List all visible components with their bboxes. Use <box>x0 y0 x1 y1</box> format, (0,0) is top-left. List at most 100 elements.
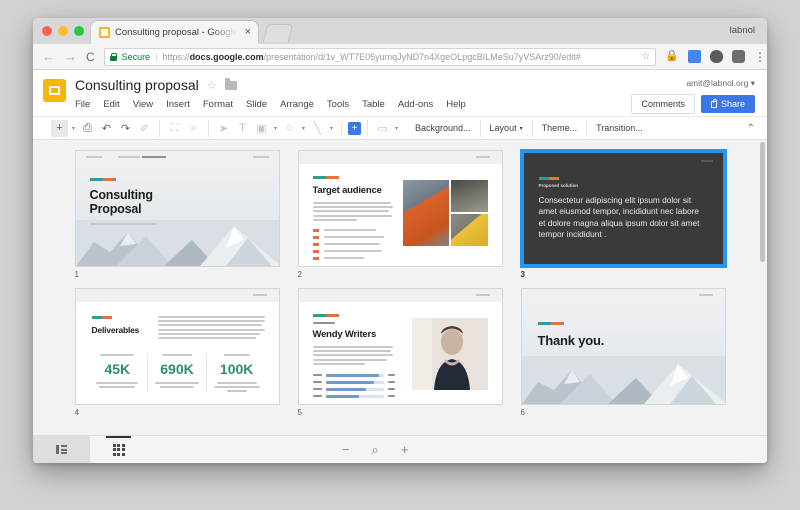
slide-cell-4[interactable]: Deliverables <box>75 288 280 417</box>
forward-button[interactable]: → <box>64 50 77 63</box>
transition-button[interactable]: Transition... <box>586 120 652 137</box>
insert-image-icon[interactable]: ▣ <box>253 120 270 137</box>
slide-quote: Consectetur adipiscing elit ipsum dolor … <box>539 195 705 241</box>
grid-view-icon <box>113 444 125 456</box>
slide-cell-6[interactable]: Thank you. 6 <box>521 288 726 417</box>
grid-view-button[interactable] <box>90 436 147 464</box>
slide-bullet-list <box>313 229 393 260</box>
menu-file[interactable]: File <box>75 99 90 110</box>
stat-value: 690K <box>153 361 201 377</box>
tab-strip: Consulting proposal - Google × labnol <box>33 18 767 44</box>
account-email[interactable]: amit@labnol.org ▾ <box>686 78 755 89</box>
slide-thumbnail-5[interactable]: Wendy Writers <box>298 288 503 405</box>
google-slides-logo[interactable] <box>33 70 75 116</box>
layout-icon[interactable]: ▭ <box>374 120 391 137</box>
window-controls[interactable] <box>42 26 84 36</box>
layout-icon-caret-icon[interactable]: ▾ <box>393 125 400 132</box>
redo-icon[interactable]: ↷ <box>117 120 134 137</box>
layout-button[interactable]: Layout ▾ <box>480 120 532 137</box>
fit-to-window-icon[interactable]: ⛶ <box>166 120 183 137</box>
chrome-menu-icon[interactable]: ⋮ <box>754 54 758 60</box>
menu-tools[interactable]: Tools <box>327 99 349 110</box>
reload-button[interactable]: C <box>86 50 95 64</box>
menu-table[interactable]: Table <box>362 99 385 110</box>
slide-title-line2: Proposal <box>90 202 219 216</box>
insert-shape-icon[interactable]: ○ <box>281 120 298 137</box>
select-cursor-icon[interactable]: ➤ <box>215 120 232 137</box>
slide-title-line1: Consulting <box>90 188 219 202</box>
header-buttons: Comments Share <box>631 94 755 114</box>
menu-insert[interactable]: Insert <box>166 99 190 110</box>
bookmark-star-icon[interactable]: ☆ <box>641 51 650 62</box>
slide-cell-5[interactable]: Wendy Writers <box>298 288 503 417</box>
insert-shape-caret-icon[interactable]: ▾ <box>300 125 307 132</box>
folder-icon[interactable] <box>225 81 237 90</box>
new-slide-caret-icon[interactable]: ▾ <box>70 125 77 132</box>
zoom-in-button[interactable]: + <box>401 442 409 457</box>
photo-portrait <box>412 318 488 390</box>
bullet-item <box>313 236 393 239</box>
new-tab-button[interactable] <box>263 24 293 42</box>
close-tab-icon[interactable]: × <box>242 27 254 38</box>
slide-cell-1[interactable]: Consulting Proposal 1 <box>75 150 280 279</box>
collapse-toolbar-icon[interactable]: ⌃ <box>747 123 759 134</box>
menu-addons[interactable]: Add-ons <box>398 99 433 110</box>
tag-extension-icon[interactable] <box>732 50 745 63</box>
new-slide-button[interactable]: + <box>51 120 68 137</box>
share-button[interactable]: Share <box>701 95 755 113</box>
pocket-extension-icon[interactable] <box>688 50 701 63</box>
mountain-illustration <box>76 220 279 266</box>
maximize-window-button[interactable] <box>74 26 84 36</box>
slide-thumbnail-6[interactable]: Thank you. <box>521 288 726 405</box>
insert-image-caret-icon[interactable]: ▾ <box>272 125 279 132</box>
star-icon[interactable]: ☆ <box>207 79 217 92</box>
background-button[interactable]: Background... <box>406 120 480 137</box>
browser-window: Consulting proposal - Google × labnol ← … <box>33 18 767 463</box>
theme-button[interactable]: Theme... <box>532 120 587 137</box>
slide-cell-3[interactable]: Proposed solution Consectetur adipiscing… <box>521 150 726 279</box>
insert-line-icon[interactable]: ╲ <box>309 120 326 137</box>
slide-thumbnail-2[interactable]: Target audience <box>298 150 503 267</box>
back-button[interactable]: ← <box>42 50 55 63</box>
menu-help[interactable]: Help <box>446 99 466 110</box>
slide-thumbnail-3[interactable]: Proposed solution Consectetur adipiscing… <box>521 150 726 267</box>
bullet-item <box>313 250 393 253</box>
undo-icon[interactable]: ↶ <box>98 120 115 137</box>
slide-paragraph <box>313 346 395 365</box>
grid-scrollbar[interactable] <box>760 140 765 435</box>
zoom-reset-button[interactable]: ⌕ <box>372 442 379 458</box>
text-box-icon[interactable]: T <box>234 120 251 137</box>
topbar-mark <box>118 156 140 158</box>
slide-thumbnail-1[interactable]: Consulting Proposal <box>75 150 280 267</box>
menu-slide[interactable]: Slide <box>246 99 267 110</box>
paint-format-icon[interactable]: ✐ <box>136 120 153 137</box>
comments-button[interactable]: Comments <box>631 94 695 114</box>
shield-extension-icon[interactable] <box>710 50 723 63</box>
insert-line-caret-icon[interactable]: ▾ <box>328 125 335 132</box>
toolbar-group-layout-icon: ▭ ▾ <box>367 120 406 137</box>
close-window-button[interactable] <box>42 26 52 36</box>
menu-arrange[interactable]: Arrange <box>280 99 314 110</box>
url-text: https://docs.google.com/presentation/d/1… <box>163 52 637 62</box>
slide-cell-2[interactable]: Target audience <box>298 150 503 279</box>
slide-thumbnail-4[interactable]: Deliverables <box>75 288 280 405</box>
browser-tab[interactable]: Consulting proposal - Google × <box>91 21 258 44</box>
bullet-item <box>313 229 393 232</box>
menu-format[interactable]: Format <box>203 99 233 110</box>
zoom-out-button[interactable]: − <box>342 442 350 457</box>
slide-topbar <box>76 151 279 164</box>
add-comment-icon[interactable]: + <box>348 122 361 135</box>
menu-view[interactable]: View <box>133 99 153 110</box>
minimize-window-button[interactable] <box>58 26 68 36</box>
lock-extension-icon[interactable]: 🔒 <box>665 50 679 63</box>
scrollbar-thumb[interactable] <box>760 142 765 262</box>
menu-edit[interactable]: Edit <box>103 99 119 110</box>
doc-title[interactable]: Consulting proposal <box>75 77 199 93</box>
print-icon[interactable]: ⎙ <box>79 120 96 137</box>
filmstrip-view-button[interactable] <box>33 436 90 464</box>
zoom-icon[interactable]: ⌕ <box>185 120 202 137</box>
url-domain: docs.google.com <box>190 52 264 62</box>
profile-name[interactable]: labnol <box>730 25 755 36</box>
slides-favicon-icon <box>99 27 110 38</box>
url-bar[interactable]: Secure | https://docs.google.com/present… <box>104 48 657 66</box>
